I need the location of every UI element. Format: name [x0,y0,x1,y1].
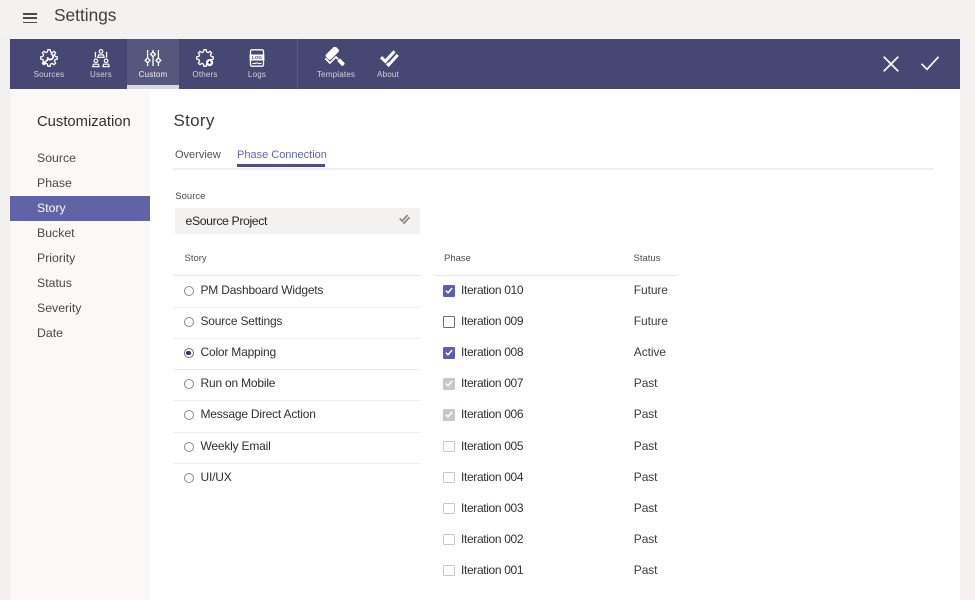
svg-text:LOG: LOG [252,55,262,60]
